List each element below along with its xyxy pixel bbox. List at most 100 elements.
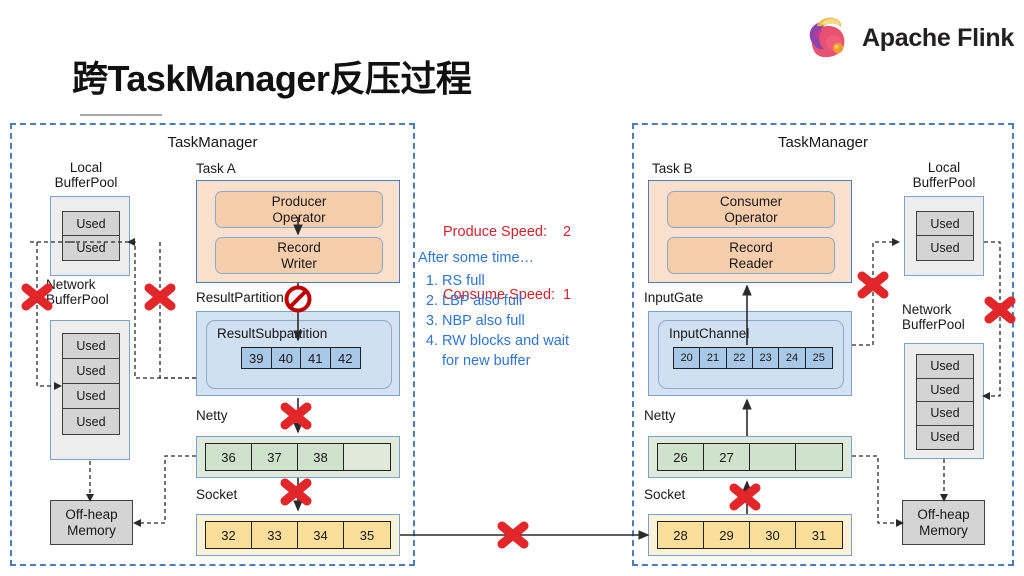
flink-wordmark-text: Apache Flink <box>862 23 1014 52</box>
task-a-box: Producer Operator Record Writer <box>196 180 400 283</box>
right-netty-band: 26 27 <box>648 436 852 478</box>
buffer-cell: 25 <box>805 348 832 368</box>
buffer-cell: 21 <box>700 348 727 368</box>
left-network-bufferpool-label-line2: BufferPool <box>46 292 109 307</box>
buffer-cell: 36 <box>206 444 252 470</box>
input-channel-box: InputChannel 20 21 22 23 24 25 <box>658 320 844 389</box>
record-writer-box: Record Writer <box>215 237 383 274</box>
buffer-cell: 35 <box>344 522 390 548</box>
page-title: 跨TaskManager反压过程 <box>72 58 472 99</box>
list-item: LBP also full <box>442 291 574 311</box>
left-socket-label: Socket <box>196 487 238 502</box>
flink-squirrel-icon <box>809 17 845 58</box>
buffer-cell: 34 <box>298 522 344 548</box>
input-gate-label: InputGate <box>644 290 704 305</box>
buffer-cell: 33 <box>252 522 298 548</box>
consumer-operator-box: Consumer Operator <box>667 191 835 228</box>
steps-annotation: After some time… RS full LBP also full N… <box>418 248 574 371</box>
left-network-bufferpool-cells: Used Used Used Used <box>62 333 120 435</box>
steps-list: RS full LBP also full NBP also full RW b… <box>418 271 574 371</box>
pool-cell: Used <box>63 212 119 236</box>
record-writer-line1: Record <box>277 239 321 255</box>
left-netty-label: Netty <box>196 408 228 423</box>
buffer-cell: 37 <box>252 444 298 470</box>
left-offheap-line1: Off-heap <box>65 506 118 522</box>
buffer-cell: 41 <box>301 348 331 368</box>
buffer-cell: 30 <box>750 522 796 548</box>
input-channel-buffer-row: 20 21 22 23 24 25 <box>673 347 833 369</box>
right-socket-band: 28 29 30 31 <box>648 514 852 556</box>
right-offheap-line2: Memory <box>919 522 968 538</box>
task-b-label: Task B <box>652 161 693 176</box>
right-local-bufferpool-box: Used Used <box>904 196 984 276</box>
left-local-bufferpool-label-line1: Local <box>69 160 103 175</box>
pool-cell: Used <box>917 402 973 426</box>
steps-lead: After some time… <box>418 250 535 266</box>
right-network-bufferpool-box: Used Used Used Used <box>904 343 984 459</box>
left-local-bufferpool-cells: Used Used <box>62 211 120 261</box>
left-network-bufferpool-box: Used Used Used Used <box>50 320 130 460</box>
right-local-bufferpool-label-line1: Local <box>927 160 961 175</box>
left-network-bufferpool-label-line1: Network <box>46 277 96 292</box>
right-taskmanager-title: TaskManager <box>777 134 869 151</box>
consumer-operator-line1: Consumer <box>719 193 783 209</box>
result-partition-box: ResultSubpartition 39 40 41 42 <box>196 311 400 396</box>
buffer-cell: 28 <box>658 522 704 548</box>
right-local-bufferpool-label-line2: BufferPool <box>912 175 976 190</box>
buffer-cell: 32 <box>206 522 252 548</box>
right-netty-buffer-row: 26 27 <box>657 443 843 471</box>
pool-cell: Used <box>917 379 973 402</box>
produce-speed-label: Produce Speed: <box>443 224 547 240</box>
buffer-cell: 29 <box>704 522 750 548</box>
result-subpartition-label: ResultSubpartition <box>217 326 328 341</box>
right-local-bufferpool-cells: Used Used <box>916 211 974 261</box>
record-reader-box: Record Reader <box>667 237 835 274</box>
producer-operator-line1: Producer <box>271 193 327 209</box>
task-b-box: Consumer Operator Record Reader <box>648 180 852 283</box>
buffer-cell: 40 <box>271 348 301 368</box>
buffer-cell: 20 <box>674 348 701 368</box>
buffer-cell: 26 <box>658 444 704 470</box>
right-offheap-line1: Off-heap <box>917 506 970 522</box>
pool-cell: Used <box>917 212 973 236</box>
right-netty-label: Netty <box>644 408 676 423</box>
buffer-cell: 27 <box>704 444 750 470</box>
producer-operator-box: Producer Operator <box>215 191 383 228</box>
right-network-bufferpool-label-line1: Network <box>902 302 952 317</box>
pool-cell: Used <box>76 414 106 429</box>
produce-speed-value: 2 <box>563 224 572 240</box>
left-offheap-line2: Memory <box>67 522 116 538</box>
buffer-cell-empty <box>796 444 842 470</box>
input-channel-label: InputChannel <box>669 326 750 341</box>
left-netty-buffer-row: 36 37 38 <box>205 443 391 471</box>
pool-cell: Used <box>930 430 960 445</box>
list-item: RS full <box>442 271 574 291</box>
pool-cell: Used <box>930 241 960 255</box>
record-writer-line2: Writer <box>281 255 317 271</box>
apache-flink-logo: Apache Flink <box>802 14 1014 62</box>
buffer-cell: 38 <box>298 444 344 470</box>
consumer-operator-line2: Operator <box>724 209 778 225</box>
pool-cell: Used <box>63 334 119 359</box>
pool-cell: Used <box>63 359 119 384</box>
buffer-cell-empty <box>344 444 390 470</box>
left-netty-band: 36 37 38 <box>196 436 400 478</box>
pool-cell: Used <box>63 384 119 409</box>
result-partition-label: ResultPartition <box>196 290 284 305</box>
result-subpartition-buffer-row: 39 40 41 42 <box>241 347 361 369</box>
right-socket-label: Socket <box>644 487 686 502</box>
buffer-cell: 31 <box>796 522 842 548</box>
buffer-cell-empty <box>750 444 796 470</box>
left-socket-buffer-row: 32 33 34 35 <box>205 521 391 549</box>
list-item: RW blocks and wait for new buffer <box>442 331 574 371</box>
left-local-bufferpool-label-line2: BufferPool <box>54 175 118 190</box>
right-offheap-memory-box: Off-heap Memory <box>902 500 985 545</box>
pool-cell: Used <box>917 355 973 379</box>
record-reader-line2: Reader <box>728 255 774 271</box>
left-offheap-memory-box: Off-heap Memory <box>50 500 133 545</box>
result-subpartition-box: ResultSubpartition 39 40 41 42 <box>206 320 392 389</box>
red-cross-icon <box>497 521 529 549</box>
buffer-cell: 39 <box>242 348 272 368</box>
task-a-label: Task A <box>196 161 236 176</box>
buffer-cell: 22 <box>726 348 753 368</box>
